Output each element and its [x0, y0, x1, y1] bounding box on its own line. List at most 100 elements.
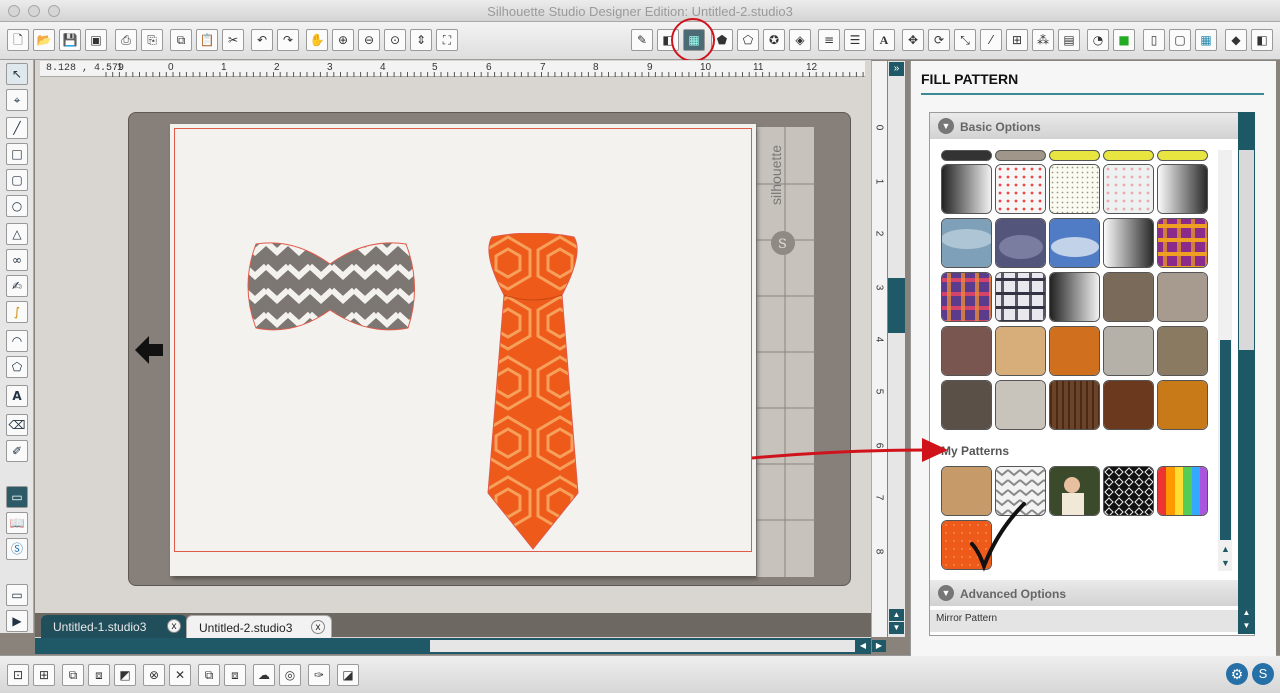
arc-icon[interactable]: ◠ [6, 330, 28, 352]
pattern-tile[interactable] [1049, 150, 1100, 161]
rounded-rectangle-icon[interactable]: ▢ [6, 169, 28, 191]
drag-zoom-icon[interactable]: ⇕ [410, 29, 432, 51]
send-to-cutter-icon[interactable]: ■ [1113, 29, 1135, 51]
scroll-left-icon[interactable]: ◀ [856, 640, 870, 652]
grid-icon[interactable]: ✎ [631, 29, 653, 51]
release-compound-icon[interactable]: ⧈ [88, 664, 110, 686]
open-icon[interactable]: 📂 [33, 29, 55, 51]
pattern-tile[interactable] [995, 218, 1046, 268]
panel-icon[interactable]: ▭ [6, 584, 28, 606]
line-icon[interactable]: ╱ [6, 117, 28, 139]
panel-scroll-track[interactable] [1239, 150, 1254, 350]
tab-untitled-2[interactable]: Untitled-2.studio3 x [186, 615, 332, 638]
pattern-tile[interactable] [1103, 218, 1154, 268]
pattern-tile[interactable] [1103, 272, 1154, 322]
pattern-tile[interactable] [1157, 380, 1208, 430]
pattern-list-scroll-thumb[interactable] [1220, 340, 1231, 540]
advanced-options-header[interactable]: ▼ Advanced Options [930, 580, 1238, 606]
list-scroll-up-icon[interactable]: ▲ [1220, 544, 1231, 555]
star-icon[interactable]: ✪ [763, 29, 785, 51]
pattern-tile[interactable] [1157, 218, 1208, 268]
line-style-icon[interactable]: ☰ [844, 29, 866, 51]
close-tab-icon[interactable]: x [311, 620, 325, 634]
tab-untitled-1[interactable]: Untitled-1.studio3 x [41, 615, 187, 638]
vertical-scroll-thumb[interactable] [888, 278, 905, 333]
polygon-icon[interactable]: △ [6, 223, 28, 245]
zoom-in-icon[interactable]: ⊕ [332, 29, 354, 51]
pattern-tile[interactable] [941, 272, 992, 322]
panel-scroll-up-icon[interactable]: ▲ [1240, 607, 1253, 619]
pattern-tile[interactable] [941, 218, 992, 268]
library-view-icon[interactable]: 📖 [6, 512, 28, 534]
library-icon[interactable]: ▦ [1195, 29, 1217, 51]
pattern-tile[interactable] [1049, 272, 1100, 322]
align-icon[interactable]: ⊞ [1006, 29, 1028, 51]
play-icon[interactable]: ▶ [6, 610, 28, 632]
collapse-panel-icon[interactable]: » [889, 62, 904, 76]
settings-gear-icon[interactable]: ⚙ [1226, 663, 1248, 685]
my-pattern-tile[interactable] [1157, 466, 1208, 516]
pattern-tile[interactable] [1157, 272, 1208, 322]
ungroup-icon[interactable]: ⊞ [33, 664, 55, 686]
delete-icon[interactable]: ✕ [169, 664, 191, 686]
new-document-icon[interactable]: 🗋 [7, 29, 29, 51]
rotate-icon[interactable]: ⟳ [928, 29, 950, 51]
mirror-icon[interactable]: ⧈ [224, 664, 246, 686]
line-color-icon[interactable]: ≡ [818, 29, 840, 51]
pattern-tile[interactable] [995, 150, 1046, 161]
rectangle-icon[interactable]: □ [6, 143, 28, 165]
ellipse-icon[interactable]: ○ [6, 195, 28, 217]
pattern-tile[interactable] [941, 326, 992, 376]
pattern-tile[interactable] [995, 272, 1046, 322]
pattern-tile[interactable] [1049, 380, 1100, 430]
panel-scroll-down-icon[interactable]: ▼ [1240, 620, 1253, 632]
design-icon[interactable]: ◆ [1225, 29, 1247, 51]
eraser-icon[interactable]: ⌫ [6, 414, 28, 436]
print-cut-icon[interactable]: ⎘ [141, 29, 163, 51]
select-icon[interactable]: ↖ [6, 63, 28, 85]
basic-options-header[interactable]: ▼ Basic Options [930, 113, 1238, 139]
freehand-icon[interactable]: ✍ [6, 275, 28, 297]
cloud-icon[interactable]: ☁ [253, 664, 275, 686]
knife-tool-icon[interactable]: ✐ [6, 440, 28, 462]
paste-icon[interactable]: 📋 [196, 29, 218, 51]
pattern-tile[interactable] [1049, 164, 1100, 214]
pattern-tile[interactable] [1049, 326, 1100, 376]
silhouette-logo-icon[interactable]: S [1252, 663, 1274, 685]
scroll-right-icon[interactable]: ▶ [872, 640, 886, 652]
store-icon[interactable]: Ⓢ [6, 538, 28, 560]
pattern-tile[interactable] [1103, 326, 1154, 376]
print-icon[interactable]: ⎙ [115, 29, 137, 51]
trace-tool-icon[interactable]: ✑ [308, 664, 330, 686]
group-icon[interactable]: ⊡ [7, 664, 29, 686]
make-compound-icon[interactable]: ⧉ [62, 664, 84, 686]
copy-icon[interactable]: ⧉ [170, 29, 192, 51]
trace-icon[interactable]: ◔ [1087, 29, 1109, 51]
pattern-tile[interactable] [1103, 164, 1154, 214]
redo-icon[interactable]: ↷ [277, 29, 299, 51]
mat-icon[interactable]: ▢ [1169, 29, 1191, 51]
transform-icon[interactable]: ✥ [902, 29, 924, 51]
shape-icon[interactable]: ⬠ [737, 29, 759, 51]
pattern-tile[interactable] [995, 380, 1046, 430]
text-style-icon[interactable]: A [873, 29, 895, 51]
weld-icon[interactable]: ⊗ [143, 664, 165, 686]
duplicate-icon[interactable]: ⧉ [198, 664, 220, 686]
pattern-tile[interactable] [1157, 150, 1208, 161]
store-icon[interactable]: ▯ [1143, 29, 1165, 51]
cut-icon[interactable]: ✂ [222, 29, 244, 51]
pattern-tile[interactable] [1049, 218, 1100, 268]
pattern-tile[interactable] [995, 164, 1046, 214]
bow-tie-shape[interactable] [244, 238, 419, 336]
scroll-up-icon[interactable]: ▲ [889, 609, 904, 621]
pattern-tile[interactable] [1103, 150, 1154, 161]
knife-icon[interactable]: ⁄ [980, 29, 1002, 51]
my-pattern-tile[interactable] [1103, 466, 1154, 516]
pattern-tile[interactable] [1157, 326, 1208, 376]
offset-tool-icon[interactable]: ◎ [279, 664, 301, 686]
pattern-tile[interactable] [941, 164, 992, 214]
smooth-freehand-icon[interactable]: ∫ [6, 301, 28, 323]
save-to-library-icon[interactable]: ▣ [85, 29, 107, 51]
cut-settings-icon[interactable]: ◪ [337, 664, 359, 686]
gradient-icon[interactable]: ◈ [789, 29, 811, 51]
